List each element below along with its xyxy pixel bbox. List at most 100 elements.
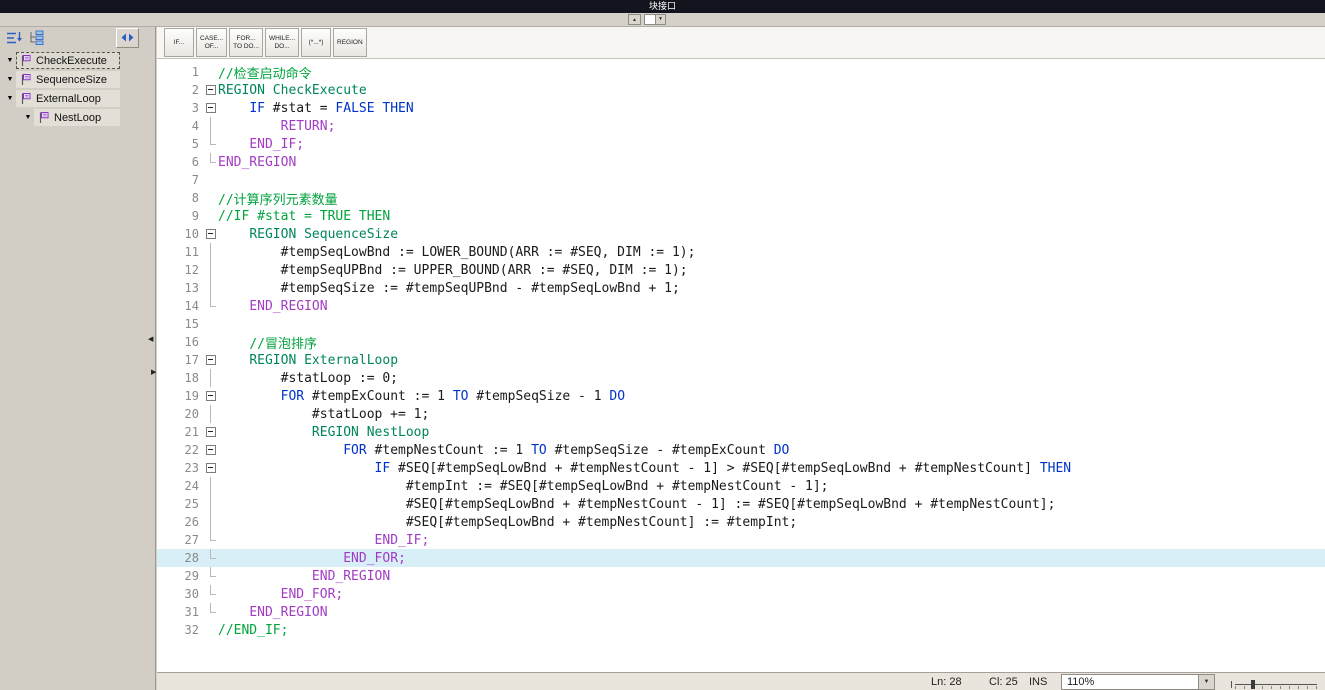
code-line[interactable]: 4 RETURN;	[157, 117, 1325, 135]
line-number: 25	[157, 497, 205, 511]
tree-item-externalloop[interactable]: ▼ExternalLoop	[0, 89, 155, 108]
code-line[interactable]: 23 IF #SEQ[#tempSeqLowBnd + #tempNestCou…	[157, 459, 1325, 477]
code-text: #tempSeqUPBnd := UPPER_BOUND(ARR := #SEQ…	[218, 263, 688, 278]
code-line[interactable]: 22 FOR #tempNestCount := 1 TO #tempSeqSi…	[157, 441, 1325, 459]
splitter-collapse-left-icon[interactable]: ◀	[148, 335, 153, 343]
mini-dropdown[interactable]: ▼	[644, 14, 666, 25]
slider-thumb[interactable]	[1251, 680, 1255, 689]
code-line[interactable]: 6END_REGION	[157, 153, 1325, 171]
code-text: FOR #tempExCount := 1 TO #tempSeqSize - …	[218, 389, 625, 404]
line-number: 3	[157, 101, 205, 115]
expand-triangle-icon[interactable]: ▼	[4, 57, 16, 64]
line-number: 17	[157, 353, 205, 367]
code-text: //检查启动命令	[218, 63, 312, 82]
line-number: 19	[157, 389, 205, 403]
code-text: #tempInt := #SEQ[#tempSeqLowBnd + #tempN…	[218, 479, 828, 494]
code-text: #tempSeqLowBnd := LOWER_BOUND(ARR := #SE…	[218, 245, 695, 260]
expand-triangle-icon[interactable]: ▼	[4, 76, 16, 83]
tree-toolbar	[0, 27, 155, 51]
insert-case-button[interactable]: CASE...OF...	[196, 28, 227, 57]
code-text: #statLoop := 0;	[218, 371, 398, 386]
zoom-select[interactable]: 110% ▼	[1061, 674, 1215, 690]
tree-item-nestloop[interactable]: ▼NestLoop	[0, 108, 155, 127]
code-line[interactable]: 3 IF #stat = FALSE THEN	[157, 99, 1325, 117]
insert-region-button[interactable]: REGION	[333, 28, 367, 57]
code-line[interactable]: 18 #statLoop := 0;	[157, 369, 1325, 387]
fold-toggle-icon[interactable]	[205, 423, 218, 441]
code-line[interactable]: 31 END_REGION	[157, 603, 1325, 621]
code-line[interactable]: 29 END_REGION	[157, 567, 1325, 585]
tree-item-box[interactable]: CheckExecute	[16, 52, 120, 69]
code-line[interactable]: 20 #statLoop += 1;	[157, 405, 1325, 423]
fold-toggle-icon[interactable]	[205, 81, 218, 99]
fold-toggle-icon[interactable]	[205, 225, 218, 243]
region-icon	[20, 92, 32, 105]
code-line[interactable]: 27 END_IF;	[157, 531, 1325, 549]
code-line[interactable]: 11 #tempSeqLowBnd := LOWER_BOUND(ARR := …	[157, 243, 1325, 261]
fold-toggle-icon[interactable]	[205, 99, 218, 117]
code-line[interactable]: 26 #SEQ[#tempSeqLowBnd + #tempNestCount]…	[157, 513, 1325, 531]
code-line[interactable]: 9 //IF #stat = TRUE THEN	[157, 207, 1325, 225]
code-line[interactable]: 10 REGION SequenceSize	[157, 225, 1325, 243]
fold-guide	[205, 513, 218, 531]
code-text: REGION NestLoop	[218, 425, 429, 440]
code-line[interactable]: 5 END_IF;	[157, 135, 1325, 153]
code-line[interactable]: 1//检查启动命令	[157, 63, 1325, 81]
insert-while-button[interactable]: WHILE...DO...	[265, 28, 299, 57]
code-line[interactable]: 21 REGION NestLoop	[157, 423, 1325, 441]
code-line[interactable]: 2REGION CheckExecute	[157, 81, 1325, 99]
fold-guide	[205, 171, 218, 189]
code-text: END_IF;	[218, 137, 304, 152]
insert-if-button[interactable]: IF...	[164, 28, 194, 57]
code-line[interactable]: 19 FOR #tempExCount := 1 TO #tempSeqSize…	[157, 387, 1325, 405]
zoom-value: 110%	[1062, 675, 1214, 689]
fold-toggle-icon[interactable]	[205, 351, 218, 369]
scl-toolbar: IF...CASE...OF...FOR...TO DO...WHILE...D…	[157, 27, 1325, 59]
expand-triangle-icon[interactable]: ▼	[4, 95, 16, 102]
region-icon	[20, 54, 32, 67]
code-line[interactable]: 12 #tempSeqUPBnd := UPPER_BOUND(ARR := #…	[157, 261, 1325, 279]
fold-guide	[205, 297, 218, 315]
code-text: //IF #stat = TRUE THEN	[218, 209, 390, 224]
code-text: END_FOR;	[218, 551, 406, 566]
zoom-slider[interactable]	[1229, 680, 1321, 690]
tree-item-checkexecute[interactable]: ▼CheckExecute	[0, 51, 155, 70]
scroll-up-button[interactable]: ▲	[628, 14, 641, 25]
fold-guide	[205, 135, 218, 153]
fold-guide	[205, 261, 218, 279]
fold-toggle-icon[interactable]	[205, 387, 218, 405]
fold-guide	[205, 369, 218, 387]
code-line[interactable]: 25 #SEQ[#tempSeqLowBnd + #tempNestCount …	[157, 495, 1325, 513]
tree-item-sequencesize[interactable]: ▼SequenceSize	[0, 70, 155, 89]
insert-comment-button[interactable]: (*...*)	[301, 28, 331, 57]
code-line[interactable]: 28 END_FOR;	[157, 549, 1325, 567]
splitter-collapse-right-icon[interactable]: ▶	[151, 368, 156, 376]
tree-item-box[interactable]: ExternalLoop	[16, 90, 120, 107]
code-line[interactable]: 17 REGION ExternalLoop	[157, 351, 1325, 369]
tree-item-box[interactable]: NestLoop	[34, 109, 120, 126]
code-line[interactable]: 24 #tempInt := #SEQ[#tempSeqLowBnd + #te…	[157, 477, 1325, 495]
code-line[interactable]: 7	[157, 171, 1325, 189]
code-line[interactable]: 14 END_REGION	[157, 297, 1325, 315]
line-number: 8	[157, 191, 205, 205]
code-line[interactable]: 15	[157, 315, 1325, 333]
fold-toggle-icon[interactable]	[205, 459, 218, 477]
collapse-panel-button[interactable]	[116, 28, 139, 48]
code-line[interactable]: 30 END_FOR;	[157, 585, 1325, 603]
code-editor[interactable]: 1//检查启动命令2REGION CheckExecute3 IF #stat …	[157, 60, 1325, 672]
fold-guide	[205, 603, 218, 621]
insert-for-button[interactable]: FOR...TO DO...	[229, 28, 263, 57]
code-line[interactable]: 16 //冒泡排序	[157, 333, 1325, 351]
line-number: 9	[157, 209, 205, 223]
structure-view-icon[interactable]	[6, 30, 24, 48]
tree-view-icon[interactable]	[28, 30, 46, 48]
fold-toggle-icon[interactable]	[205, 441, 218, 459]
code-line[interactable]: 32//END_IF;	[157, 621, 1325, 639]
expand-triangle-icon[interactable]: ▼	[22, 114, 34, 121]
tree-item-box[interactable]: SequenceSize	[16, 71, 120, 88]
code-text: #statLoop += 1;	[218, 407, 429, 422]
code-line[interactable]: 8//计算序列元素数量	[157, 189, 1325, 207]
region-tree-panel: ▼CheckExecute▼SequenceSize▼ExternalLoop▼…	[0, 27, 156, 690]
code-line[interactable]: 13 #tempSeqSize := #tempSeqUPBnd - #temp…	[157, 279, 1325, 297]
chevron-down-icon[interactable]: ▼	[1198, 675, 1214, 689]
